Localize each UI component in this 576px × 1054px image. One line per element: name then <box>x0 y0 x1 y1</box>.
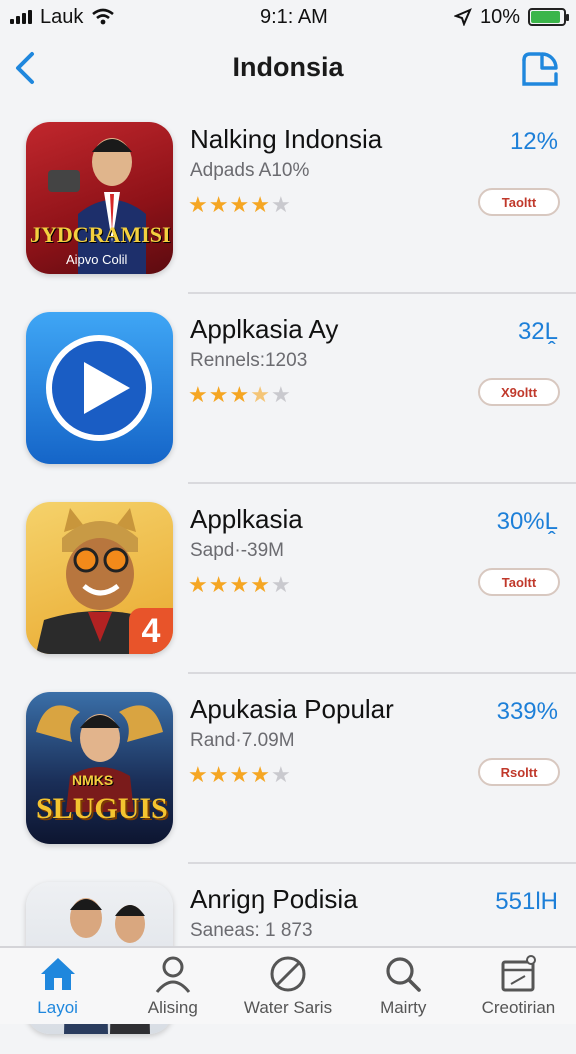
star-icon: ★ <box>188 762 209 787</box>
app-icon-play[interactable] <box>26 312 173 464</box>
navigation-bar: Indonsia <box>0 34 576 100</box>
chart-share-icon[interactable] <box>516 46 562 92</box>
star-rating: ★★★★★ <box>188 192 292 218</box>
app-icon-talking[interactable]: JYDCRAMISI Aipvo Colil <box>26 122 173 274</box>
star-rating: ★★★★★ <box>188 572 292 598</box>
star-rating: ★★★★★ <box>188 762 292 788</box>
tab-person[interactable]: Alising <box>115 948 230 1024</box>
app-name[interactable]: Apukasia Popular <box>190 694 394 725</box>
app-percent: 30%Ḽ <box>496 508 558 535</box>
list-item[interactable]: JYDCRAMISI Aipvo Colil Nalking Indonsia … <box>0 104 576 294</box>
app-icon-sluguis[interactable]: NMKS SLUGUIS <box>26 692 173 844</box>
get-button[interactable]: Taoltt <box>478 568 560 596</box>
star-icon: ★ <box>250 572 271 597</box>
tab-calendar[interactable]: Creotirian <box>461 948 576 1024</box>
person-icon <box>155 956 190 993</box>
star-icon: ★ <box>188 382 209 407</box>
status-bar: Lauk 9:1: AM 10% <box>0 0 576 34</box>
star-icon: ★ <box>270 382 292 407</box>
clock: 9:1: AM <box>260 5 328 28</box>
home-icon <box>40 958 75 990</box>
app-list: JYDCRAMISI Aipvo Colil Nalking Indonsia … <box>0 104 576 1054</box>
battery-icon <box>528 8 569 26</box>
tab-label: Alising <box>147 998 198 1017</box>
star-icon: ★ <box>229 762 251 787</box>
get-button[interactable]: X9oltt <box>478 378 560 406</box>
star-icon: ★ <box>250 762 271 787</box>
tab-label: Water Saris <box>243 998 333 1017</box>
app-percent: 32Ḽ <box>517 318 558 345</box>
tab-home[interactable]: Layoi <box>0 948 115 1024</box>
star-icon: ★ <box>270 762 292 787</box>
star-icon: ★ <box>208 762 230 787</box>
app-subtitle: Saneas: 1 873 <box>190 920 313 941</box>
app-percent: 339% <box>496 698 558 725</box>
star-icon: ★ <box>208 192 230 217</box>
tab-label: Layoi <box>37 998 78 1017</box>
battery-percent: 10% <box>479 5 520 28</box>
app-subtitle: Rennels:1203 <box>190 350 308 371</box>
wifi-icon <box>92 8 115 25</box>
list-item[interactable]: NMKS SLUGUIS Apukasia Popular Rand·7.09M… <box>0 674 576 864</box>
star-icon: ★ <box>270 192 292 217</box>
back-chevron-icon[interactable] <box>8 48 48 88</box>
circle-slash-icon <box>270 956 306 992</box>
app-name[interactable]: Applkasia <box>190 504 303 535</box>
tab-circle-slash[interactable]: Water Saris <box>230 948 345 1024</box>
get-button[interactable]: Taoltt <box>478 188 560 216</box>
star-icon: ★ <box>250 192 271 217</box>
app-icon-caption: NMKS <box>72 772 114 788</box>
location-arrow-icon <box>453 8 472 26</box>
tab-label: Creotirian <box>481 998 556 1017</box>
app-subtitle: Adpads A10% <box>190 160 310 181</box>
star-rating: ★★★★★ <box>188 382 292 408</box>
app-icon-caption: Aipvo Colil <box>66 252 128 267</box>
star-icon: ★ <box>229 572 251 597</box>
app-percent: 12% <box>509 128 558 155</box>
signal-icon <box>10 10 32 24</box>
star-icon: ★ <box>250 382 271 407</box>
calendar-icon <box>501 955 537 992</box>
app-subtitle: Sapd·-39M <box>190 540 284 561</box>
battery-fill <box>531 11 560 23</box>
list-item[interactable]: 4 Applkasia Sapd·-39M ★★★★★ 30%Ḽ Taoltt <box>0 484 576 674</box>
app-icon-badge: 4 <box>129 608 173 654</box>
app-subtitle: Rand·7.09M <box>190 730 295 751</box>
status-right: 10% <box>453 5 569 29</box>
app-name[interactable]: Anrigŋ Podisia <box>190 884 358 915</box>
search-icon <box>386 957 422 992</box>
star-icon: ★ <box>270 572 292 597</box>
app-name[interactable]: Nalking Indonsia <box>190 124 382 155</box>
star-icon: ★ <box>229 382 251 407</box>
page-title: Indonsia <box>232 51 344 82</box>
app-icon-brand-text: SLUGUIS <box>36 792 168 825</box>
get-button[interactable]: Rsoltt <box>478 758 560 786</box>
star-icon: ★ <box>208 382 230 407</box>
tab-label: Mairty <box>380 998 427 1017</box>
app-name[interactable]: Applkasia Ay <box>190 314 338 345</box>
app-icon-brand-text: JYDCRAMISI <box>30 222 171 247</box>
star-icon: ★ <box>188 192 209 217</box>
app-icon-character[interactable]: 4 <box>26 502 173 654</box>
tab-search[interactable]: Mairty <box>346 948 461 1024</box>
carrier-label: Lauk <box>40 5 84 28</box>
status-left: Lauk <box>10 6 115 29</box>
star-icon: ★ <box>229 192 251 217</box>
list-item[interactable]: Applkasia Ay Rennels:1203 ★★★★★ 32Ḽ X9ol… <box>0 294 576 484</box>
app-percent: 551lH <box>495 888 558 915</box>
star-icon: ★ <box>188 572 209 597</box>
star-icon: ★ <box>208 572 230 597</box>
tab-bar: Layoi Alising Water Saris Mairty Creotir… <box>0 946 576 1024</box>
